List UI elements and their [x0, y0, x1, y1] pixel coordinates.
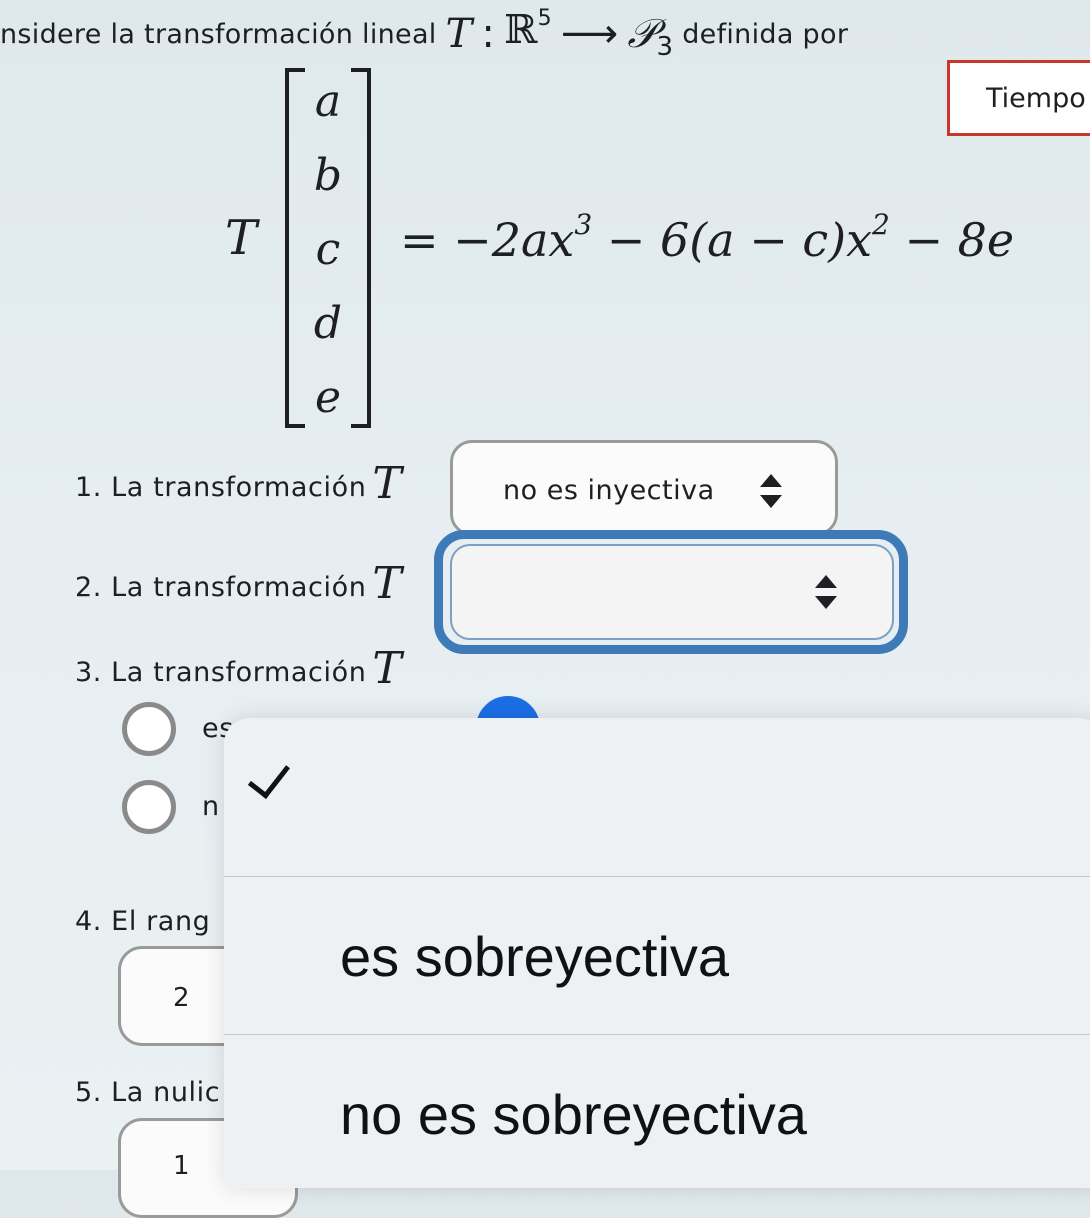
- vector-entry-a: a: [314, 76, 342, 127]
- rank-input-value: 2: [173, 983, 190, 1013]
- checkmark-icon: [247, 754, 291, 799]
- radio-option-2[interactable]: [122, 780, 176, 834]
- injectivity-select[interactable]: no es inyectiva: [450, 440, 838, 536]
- rhs-exp1: 3: [574, 208, 593, 241]
- question-number: 2.: [75, 572, 102, 603]
- nullity-input-value: 1: [173, 1151, 190, 1181]
- timer-label: Tiempo: [986, 83, 1086, 114]
- picker-option-label: es sobreyectiva: [340, 925, 730, 988]
- question-number: 5.: [75, 1077, 102, 1108]
- surjectivity-select[interactable]: [450, 544, 894, 640]
- timer-box: Tiempo: [947, 60, 1090, 136]
- formula-t: T: [225, 210, 258, 266]
- question-number: 4.: [75, 906, 102, 937]
- intro-suffix: definida por: [682, 19, 849, 50]
- question-text: La transformación: [111, 572, 367, 603]
- rhs-part2: − 6(a − c)x: [592, 213, 873, 267]
- question-var: T: [372, 458, 403, 509]
- codomain-space: 𝒫: [627, 11, 657, 57]
- codomain-index: 3: [656, 32, 674, 62]
- rhs-part3: − 8e: [889, 213, 1015, 267]
- radio-option-2-label: n: [202, 791, 220, 822]
- question-2: 2. La transformación T: [75, 558, 402, 609]
- question-var: T: [372, 643, 403, 694]
- intro-line: nsidere la transformación lineal T : ℝ5 …: [0, 6, 848, 62]
- intro-text: nsidere la transformación lineal: [0, 19, 437, 50]
- picker-option-no-sobreyectiva[interactable]: no es sobreyectiva: [224, 1034, 1090, 1194]
- vector-entry-b: b: [313, 150, 343, 201]
- question-number: 1.: [75, 472, 102, 503]
- question-text: La transformación: [111, 657, 367, 688]
- injectivity-select-value: no es inyectiva: [503, 475, 715, 506]
- vector-entry-e: e: [314, 372, 342, 423]
- rhs-part1: = −2ax: [400, 213, 575, 267]
- question-5: 5. La nulic: [75, 1077, 220, 1108]
- vector-entry-d: d: [313, 298, 343, 349]
- arrow: ⟶: [560, 11, 619, 57]
- select-arrows-icon: [814, 575, 838, 609]
- formula-rhs: = −2ax3 − 6(a − c)x2 − 8e: [400, 208, 1014, 267]
- vector-matrix: a b c d e: [285, 68, 371, 428]
- domain-dim: 5: [537, 6, 552, 31]
- question-number: 3.: [75, 657, 102, 688]
- picker-option-label: no es sobreyectiva: [340, 1083, 807, 1146]
- map-colon: :: [481, 11, 496, 57]
- question-text: El rang: [111, 906, 211, 937]
- question-1: 1. La transformación T: [75, 458, 402, 509]
- question-4: 4. El rang: [75, 906, 210, 937]
- radio-option-1[interactable]: [122, 702, 176, 756]
- domain-space: ℝ: [504, 7, 538, 53]
- question-text: La nulic: [111, 1077, 221, 1108]
- picker-option-sobreyectiva[interactable]: es sobreyectiva: [224, 876, 1090, 1035]
- picker-option-empty[interactable]: [224, 718, 1090, 877]
- question-3: 3. La transformación T: [75, 643, 402, 694]
- map-lhs: T: [445, 11, 473, 57]
- vector-entry-c: c: [315, 224, 341, 275]
- question-text: La transformación: [111, 472, 367, 503]
- question-var: T: [372, 558, 403, 609]
- rhs-exp2: 2: [872, 208, 890, 241]
- select-arrows-icon: [759, 474, 783, 508]
- select-picker-sheet: es sobreyectiva no es sobreyectiva: [224, 718, 1090, 1188]
